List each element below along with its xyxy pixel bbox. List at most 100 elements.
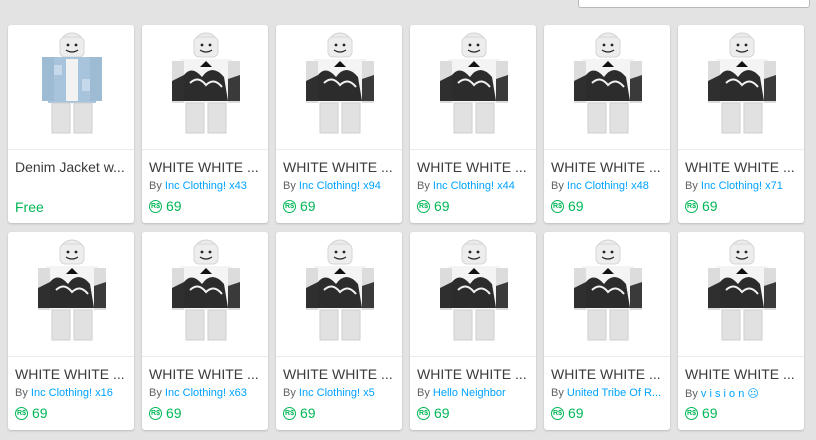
item-price: R$ 69 bbox=[283, 405, 316, 421]
robux-icon: R$ bbox=[685, 199, 698, 213]
item-creator: By Inc Clothing! x71 bbox=[685, 180, 800, 192]
item-price: R$ 69 bbox=[685, 405, 718, 421]
catalog-item-card[interactable]: WHITE WHITE ... By Inc Clothing! x44 R$ 6… bbox=[410, 25, 536, 223]
item-price: R$ 69 bbox=[417, 405, 450, 421]
item-name[interactable]: WHITE WHITE ... bbox=[149, 159, 264, 175]
item-thumbnail[interactable] bbox=[410, 232, 536, 357]
price-value: 69 bbox=[32, 405, 48, 421]
item-creator: By Inc Clothing! x48 bbox=[551, 180, 666, 192]
catalog-item-card[interactable]: WHITE WHITE ... By Inc Clothing! x48 R$ 6… bbox=[544, 25, 670, 223]
item-thumbnail[interactable] bbox=[142, 25, 268, 150]
by-label: By bbox=[15, 387, 28, 399]
price-value: 69 bbox=[702, 198, 718, 214]
price-value: 69 bbox=[434, 198, 450, 214]
price-value: 69 bbox=[702, 405, 718, 421]
catalog-item-card[interactable]: WHITE WHITE ... By v i s i o n ☹ R$ 69 bbox=[678, 232, 804, 430]
item-thumbnail[interactable] bbox=[544, 25, 670, 150]
robux-icon: R$ bbox=[551, 199, 564, 213]
robux-icon: R$ bbox=[149, 406, 162, 420]
item-name[interactable]: WHITE WHITE ... bbox=[551, 366, 666, 382]
creator-link[interactable]: Inc Clothing! x43 bbox=[165, 180, 247, 192]
search-input[interactable] bbox=[578, 0, 810, 8]
item-price: R$ 69 bbox=[685, 198, 718, 214]
item-creator: By Hello Neighbor bbox=[417, 387, 532, 399]
robux-icon: R$ bbox=[283, 406, 296, 420]
creator-link[interactable]: Hello Neighbor bbox=[433, 387, 506, 399]
item-price: Free bbox=[15, 199, 44, 215]
creator-link[interactable]: Inc Clothing! x63 bbox=[165, 387, 247, 399]
catalog-item-card[interactable]: WHITE WHITE ... By Hello Neighbor R$ 69 bbox=[410, 232, 536, 430]
by-label: By bbox=[283, 180, 296, 192]
catalog-item-card[interactable]: WHITE WHITE ... By Inc Clothing! x5 R$ 69 bbox=[276, 232, 402, 430]
robux-icon: R$ bbox=[15, 406, 28, 420]
creator-link[interactable]: Inc Clothing! x5 bbox=[299, 387, 375, 399]
by-label: By bbox=[685, 388, 698, 400]
item-name[interactable]: WHITE WHITE ... bbox=[685, 159, 800, 175]
creator-link[interactable]: Inc Clothing! x94 bbox=[299, 180, 381, 192]
item-creator: By v i s i o n ☹ bbox=[685, 387, 800, 400]
creator-link[interactable]: Inc Clothing! x44 bbox=[433, 180, 515, 192]
item-creator: By Inc Clothing! x5 bbox=[283, 387, 398, 399]
catalog-grid: Denim Jacket w... Free WHITE WHITE ... B… bbox=[8, 25, 804, 430]
item-creator: By Inc Clothing! x43 bbox=[149, 180, 264, 192]
creator-link[interactable]: Inc Clothing! x48 bbox=[567, 180, 649, 192]
item-name[interactable]: WHITE WHITE ... bbox=[417, 159, 532, 175]
item-name[interactable]: WHITE WHITE ... bbox=[15, 366, 130, 382]
robux-icon: R$ bbox=[417, 199, 430, 213]
item-name[interactable]: WHITE WHITE ... bbox=[283, 159, 398, 175]
item-thumbnail[interactable] bbox=[142, 232, 268, 357]
by-label: By bbox=[417, 180, 430, 192]
price-value: 69 bbox=[300, 405, 316, 421]
item-price: R$ 69 bbox=[551, 405, 584, 421]
item-name[interactable]: WHITE WHITE ... bbox=[685, 366, 800, 382]
creator-link[interactable]: United Tribe Of R... bbox=[567, 387, 661, 399]
item-price: R$ 69 bbox=[149, 198, 182, 214]
price-value: 69 bbox=[166, 405, 182, 421]
by-label: By bbox=[551, 387, 564, 399]
price-value: 69 bbox=[166, 198, 182, 214]
creator-link[interactable]: Inc Clothing! x16 bbox=[31, 387, 113, 399]
creator-link[interactable]: v i s i o n ☹ bbox=[701, 388, 759, 400]
item-thumbnail[interactable] bbox=[8, 232, 134, 357]
robux-icon: R$ bbox=[149, 199, 162, 213]
catalog-item-card[interactable]: WHITE WHITE ... By Inc Clothing! x43 R$ 6… bbox=[142, 25, 268, 223]
item-price: R$ 69 bbox=[417, 198, 450, 214]
catalog-item-card[interactable]: WHITE WHITE ... By United Tribe Of R... … bbox=[544, 232, 670, 430]
item-name[interactable]: WHITE WHITE ... bbox=[283, 366, 398, 382]
item-thumbnail[interactable] bbox=[410, 25, 536, 150]
item-thumbnail[interactable] bbox=[678, 232, 804, 357]
robux-icon: R$ bbox=[685, 406, 698, 420]
catalog-item-card[interactable]: Denim Jacket w... Free bbox=[8, 25, 134, 223]
catalog-item-card[interactable]: WHITE WHITE ... By Inc Clothing! x94 R$ 6… bbox=[276, 25, 402, 223]
price-label: Free bbox=[15, 199, 44, 215]
item-creator: By Inc Clothing! x94 bbox=[283, 180, 398, 192]
item-name[interactable]: WHITE WHITE ... bbox=[417, 366, 532, 382]
price-value: 69 bbox=[300, 198, 316, 214]
by-label: By bbox=[283, 387, 296, 399]
item-price: R$ 69 bbox=[15, 405, 48, 421]
robux-icon: R$ bbox=[283, 199, 296, 213]
item-creator: By United Tribe Of R... bbox=[551, 387, 666, 399]
item-name[interactable]: WHITE WHITE ... bbox=[149, 366, 264, 382]
item-thumbnail[interactable] bbox=[276, 232, 402, 357]
item-thumbnail[interactable] bbox=[678, 25, 804, 150]
catalog-item-card[interactable]: WHITE WHITE ... By Inc Clothing! x71 R$ 6… bbox=[678, 25, 804, 223]
catalog-item-card[interactable]: WHITE WHITE ... By Inc Clothing! x16 R$ 6… bbox=[8, 232, 134, 430]
by-label: By bbox=[551, 180, 564, 192]
robux-icon: R$ bbox=[551, 406, 564, 420]
creator-link[interactable]: Inc Clothing! x71 bbox=[701, 180, 783, 192]
item-thumbnail[interactable] bbox=[544, 232, 670, 357]
item-thumbnail[interactable] bbox=[276, 25, 402, 150]
price-value: 69 bbox=[568, 198, 584, 214]
robux-icon: R$ bbox=[417, 406, 430, 420]
item-name[interactable]: Denim Jacket w... bbox=[15, 159, 130, 175]
by-label: By bbox=[685, 180, 698, 192]
item-name[interactable]: WHITE WHITE ... bbox=[551, 159, 666, 175]
catalog-item-card[interactable]: WHITE WHITE ... By Inc Clothing! x63 R$ 6… bbox=[142, 232, 268, 430]
item-price: R$ 69 bbox=[551, 198, 584, 214]
price-value: 69 bbox=[434, 405, 450, 421]
item-price: R$ 69 bbox=[149, 405, 182, 421]
item-thumbnail[interactable] bbox=[8, 25, 134, 150]
price-value: 69 bbox=[568, 405, 584, 421]
by-label: By bbox=[417, 387, 430, 399]
